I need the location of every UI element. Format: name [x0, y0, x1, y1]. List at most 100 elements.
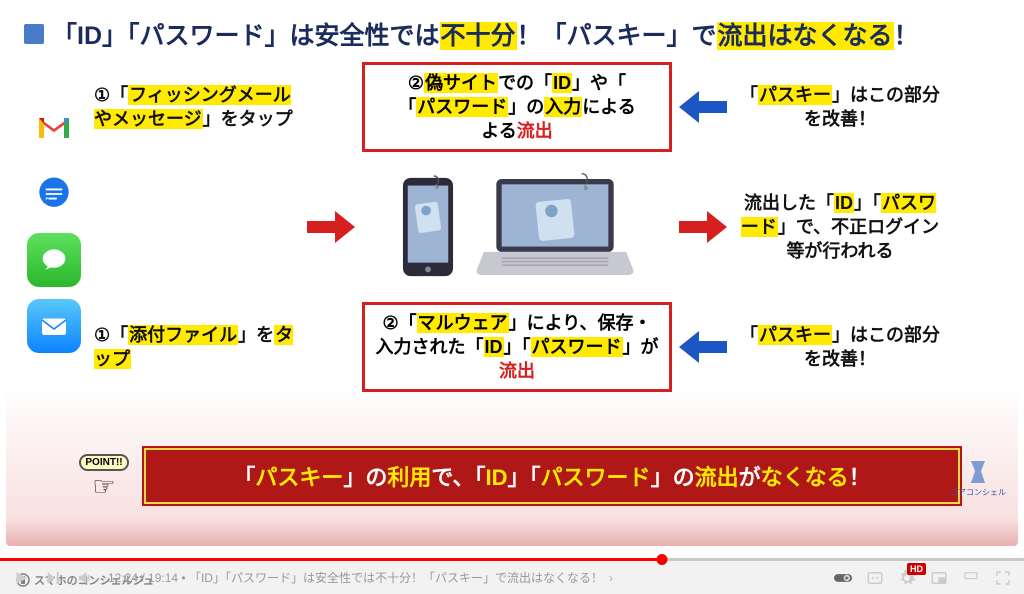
video-title: 「ID」「パスワード」は安全性では不十分！「パスキー」で流出はなくなる！ [189, 571, 603, 585]
leak-consequence-text: 流出した「ID」「パスワード」で、不正ログイン等が行われる [734, 187, 946, 268]
t: パスキー [758, 85, 832, 105]
t: ！ [849, 465, 871, 490]
passkey-note-top: 「パスキー」はこの部分を改善！ [734, 79, 946, 136]
passkey-note-bottom: 「パスキー」はこの部分を改善！ [734, 319, 946, 376]
t: 利用 [387, 465, 431, 490]
t: 」の [508, 97, 544, 117]
time-current: 12:24 [108, 571, 138, 585]
t: パスワード [416, 97, 508, 117]
t: なくなる [761, 465, 849, 490]
autoplay-toggle[interactable] [834, 569, 852, 587]
next-button[interactable] [44, 569, 62, 587]
t: ①「 [94, 85, 128, 105]
t: による [582, 97, 635, 117]
app-icon-column [24, 101, 84, 353]
t: パスワード [541, 465, 651, 490]
title-bullet-icon [24, 24, 44, 44]
time-total: 19:14 [148, 571, 178, 585]
t: ID [484, 337, 504, 357]
t: ！「パスキー」で [517, 22, 717, 50]
t: 流出 [695, 465, 739, 490]
t: ID [834, 193, 854, 213]
t: 等が行われる [786, 241, 893, 261]
t: / [138, 571, 148, 585]
time-and-title: 12:24 / 19:14 • 「ID」「パスワード」は安全性では不十分！「パス… [108, 569, 613, 586]
step1-top-text: ①「フィッシングメールやメッセージ」をタップ [90, 79, 300, 136]
t: での「 [498, 73, 552, 93]
t: で、「 [431, 465, 485, 490]
t: 」により、 [509, 313, 598, 333]
summary-banner: 「パスキー」の利用で、「ID」「パスワード」の流出がなくなる！ [146, 450, 958, 502]
player-controls: 12:24 / 19:14 • 「ID」「パスワード」は安全性では不十分！「パス… [0, 561, 1024, 594]
t: パスキー [255, 465, 343, 490]
step2-top-box: ②偽サイトでの「ID」や「「パスワード」の入力によるよる流出 [362, 62, 672, 153]
smartphone-icon [399, 174, 457, 280]
t: • [178, 571, 189, 585]
hd-badge: HD [907, 563, 926, 575]
point-label: POINT!! [79, 454, 128, 471]
t: ①「 [94, 325, 128, 345]
mail-icon [27, 299, 81, 353]
t: ② [408, 73, 424, 93]
t: 」「 [854, 193, 881, 213]
t: 流出 [499, 361, 535, 381]
t: 入力 [544, 97, 582, 117]
t: コアコンシェル [950, 487, 1006, 498]
channel-corner-logo: コアコンシェル [950, 459, 1006, 498]
t: ID [552, 73, 572, 93]
slide-title-row: 「ID」「パスワード」は安全性では不十分！「パスキー」で流出はなくなる！ [24, 16, 1000, 52]
t: された「 [412, 337, 484, 357]
video-player: 「ID」「パスワード」は安全性では不十分！「パスキー」で流出はなくなる！ [0, 0, 1024, 594]
captions-button[interactable] [866, 569, 884, 587]
t: 添付ファイル [128, 325, 238, 345]
t: 」「 [508, 465, 541, 490]
t: が [739, 465, 761, 490]
slide-content: 「ID」「パスワード」は安全性では不十分！「パスキー」で流出はなくなる！ [6, 6, 1018, 546]
diagram-grid: ①「フィッシングメールやメッセージ」をタップ ②偽サイトでの「ID」や「「パスワ… [24, 62, 1000, 392]
arrow-right-icon [678, 207, 728, 247]
miniplayer-button[interactable] [930, 569, 948, 587]
t: 「 [233, 465, 255, 490]
theater-button[interactable] [962, 569, 980, 587]
chevron-right-icon[interactable]: › [609, 571, 613, 585]
devices-illustration [362, 172, 672, 282]
t: 」をタップ [203, 109, 293, 129]
t: 」「 [504, 337, 531, 357]
t: パスワード [531, 337, 623, 357]
arrow-left-icon [678, 327, 728, 367]
t: 流出した「 [744, 193, 834, 213]
t: 流出 [517, 121, 553, 141]
t: 流出はなくなる [717, 22, 894, 50]
t: 」や「 [572, 73, 626, 93]
t: 「 [740, 85, 758, 105]
t: 不正ログイン [831, 217, 939, 237]
settings-button[interactable]: HD [898, 569, 916, 587]
arrow-right-icon [306, 207, 356, 247]
t: 」を [238, 325, 274, 345]
arrow-left-icon [678, 87, 728, 127]
t: 「 [740, 325, 758, 345]
fullscreen-button[interactable] [994, 569, 1012, 587]
play-button[interactable] [12, 569, 30, 587]
step2-bottom-box: ②「マルウェア」により、保存・入力された「ID」「パスワード」が流出 [362, 302, 672, 393]
t: パスキー [758, 325, 832, 345]
volume-button[interactable] [76, 569, 94, 587]
laptop-icon [475, 172, 635, 282]
t: 偽サイト [424, 73, 498, 93]
t: 」の [651, 465, 695, 490]
t: ！ [894, 22, 919, 50]
point-badge: POINT!! ☞ [76, 452, 132, 502]
t: ID [486, 465, 508, 490]
t: 不十分 [440, 22, 517, 50]
apple-messages-icon [27, 233, 81, 287]
t: マルウェア [417, 313, 509, 333]
t: ②「 [382, 313, 416, 333]
t: 」の [343, 465, 387, 490]
t: 」が [623, 337, 659, 357]
google-messages-icon [27, 167, 81, 221]
step1-bottom-text: ①「添付ファイル」をタップ [90, 319, 300, 376]
t: 」で、 [778, 217, 831, 237]
gmail-icon [27, 101, 81, 155]
slide-title: 「ID」「パスワード」は安全性では不十分！「パスキー」で流出はなくなる！ [52, 16, 919, 52]
t: 「ID」「パスワード」は安全性では [52, 22, 440, 50]
